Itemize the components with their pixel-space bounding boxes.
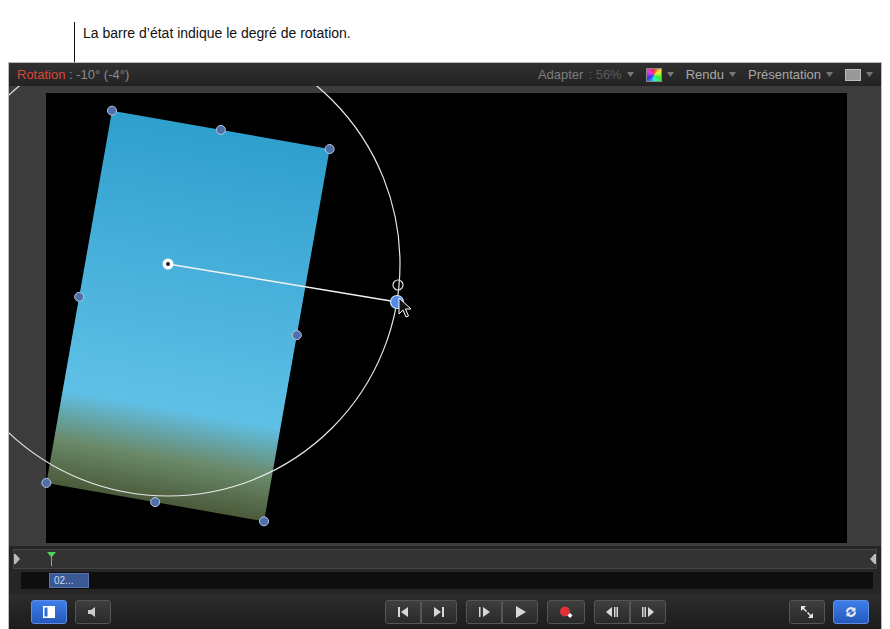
step-back-icon <box>604 604 620 620</box>
transform-handle[interactable] <box>151 498 160 507</box>
transport-button[interactable] <box>421 600 457 624</box>
dropdown-arrow-icon <box>627 72 634 77</box>
rotation-line <box>168 264 397 302</box>
elephant-photo[interactable] <box>46 111 329 522</box>
transport-button-group <box>385 600 457 624</box>
status-bar: Rotation : -10° (-4°) Adapter : 56% Rend… <box>9 63 881 86</box>
transform-handle[interactable] <box>75 292 84 301</box>
view-layout-menu[interactable] <box>845 69 873 81</box>
page: La barre d’état indique le degré de rota… <box>0 0 890 629</box>
transport-button-group <box>594 600 666 624</box>
transport-button[interactable] <box>502 600 538 624</box>
canvas-overlay <box>9 86 881 546</box>
play-from-start-icon <box>476 604 492 620</box>
audio-toggle-button[interactable] <box>75 600 111 624</box>
transport-button-group <box>466 600 538 624</box>
mini-timeline: 02... <box>9 546 881 594</box>
transform-handle[interactable] <box>325 145 334 154</box>
transport-button[interactable] <box>385 600 421 624</box>
layers-toggle-button[interactable] <box>31 600 67 624</box>
menu[interactable]: Rendu <box>686 67 736 82</box>
play-icon <box>512 604 528 620</box>
layers-icon <box>41 604 57 620</box>
timeline-track: 02... <box>21 572 873 589</box>
dropdown-arrow-icon <box>729 72 736 77</box>
fullscreen-icon <box>799 604 815 620</box>
status-value: : -10° (-4°) <box>65 67 129 82</box>
out-point-icon[interactable] <box>870 554 876 564</box>
loop-icon <box>843 604 859 620</box>
step-forward-icon <box>640 604 656 620</box>
speaker-icon <box>85 604 101 620</box>
motion-canvas-window: Rotation : -10° (-4°) Adapter : 56% Rend… <box>8 62 882 629</box>
transform-handle[interactable] <box>107 106 116 115</box>
callout-leader-line <box>74 22 75 62</box>
transport-button[interactable] <box>630 600 666 624</box>
callout-text: La barre d’état indique le degré de rota… <box>83 25 351 41</box>
rotation-circle <box>9 86 400 496</box>
color-channels-menu[interactable] <box>646 68 674 82</box>
transport-button[interactable] <box>594 600 630 624</box>
playhead-icon[interactable] <box>47 552 56 566</box>
anchor-point[interactable] <box>163 259 174 270</box>
loop-button[interactable] <box>833 600 869 624</box>
status-label: Rotation <box>17 67 65 82</box>
transport-button[interactable] <box>466 600 502 624</box>
color-swatch-icon <box>646 68 662 82</box>
dropdown-arrow-icon <box>826 72 833 77</box>
in-point-icon[interactable] <box>14 554 20 564</box>
transform-handle[interactable] <box>216 125 225 134</box>
transport-bar <box>9 594 881 629</box>
transform-handle[interactable] <box>292 331 301 340</box>
timeline-clip[interactable]: 02... <box>49 573 89 588</box>
transform-handle[interactable] <box>260 517 269 526</box>
callout: La barre d’état indique le degré de rota… <box>0 0 890 62</box>
view-layout-icon <box>845 69 861 81</box>
go-to-end-icon <box>431 604 447 620</box>
record-icon <box>558 604 574 620</box>
canvas-area <box>9 86 881 546</box>
fullscreen-button[interactable] <box>789 600 825 624</box>
rotation-reading: Rotation : -10° (-4°) <box>17 67 129 82</box>
dropdown-arrow-icon <box>667 72 674 77</box>
go-to-start-icon <box>395 604 411 620</box>
transport-button-group <box>547 600 585 624</box>
rotation-reference-handle <box>393 280 403 290</box>
timeline-ruler[interactable] <box>13 549 877 569</box>
dropdown-arrow-icon <box>866 72 873 77</box>
menu[interactable]: Présentation <box>748 67 833 82</box>
zoom-menu[interactable]: Adapter : 56% <box>538 67 634 82</box>
cursor-icon <box>399 298 411 317</box>
transform-handle[interactable] <box>42 478 51 487</box>
transport-button[interactable] <box>547 600 585 624</box>
